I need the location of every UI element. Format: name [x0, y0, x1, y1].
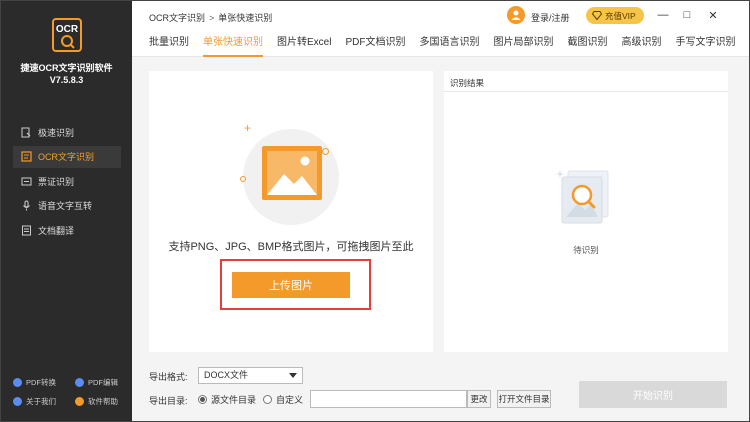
about-us-label: 关于我们	[26, 397, 56, 406]
tab-pdf-document[interactable]: PDF文档识别	[345, 31, 405, 57]
chevron-down-icon	[289, 373, 297, 378]
about-us-link[interactable]: 关于我们	[13, 396, 75, 407]
start-recognition-button[interactable]: 开始识别	[579, 381, 727, 408]
flash-scan-icon	[20, 126, 32, 138]
microphone-icon	[20, 200, 32, 212]
app-name: 捷速OCR文字识别软件	[20, 63, 113, 73]
pdf-edit-link[interactable]: PDF编辑	[75, 377, 128, 388]
radio-source-label: 源文件目录	[211, 395, 257, 405]
app-window: OCR 捷速OCR文字识别软件 V7.5.8.3 极速识别 OCR文字识别 票证…	[0, 0, 750, 422]
vip-label: 充值VIP	[605, 10, 636, 21]
close-button[interactable]: ✕	[706, 8, 720, 22]
sidebar-nav: 极速识别 OCR文字识别 票证识别 语音文字互转 文档翻译	[13, 121, 121, 244]
sidebar-item-label: 文档翻译	[38, 225, 75, 236]
sidebar-item-ticket[interactable]: 票证识别	[13, 170, 121, 192]
title-bar: OCR文字识别 > 单张快速识别 登录/注册 充值VIP — □ ✕	[132, 1, 749, 31]
radio-custom-dir[interactable]: 自定义	[263, 393, 303, 406]
mode-tabs: 批量识别 单张快速识别 图片转Excel PDF文档识别 多国语言识别 图片局部…	[132, 31, 749, 57]
minimize-button[interactable]: —	[656, 8, 670, 22]
maximize-button[interactable]: □	[680, 8, 694, 22]
pending-recognition-icon	[556, 170, 609, 224]
result-status-text: 待识别	[573, 245, 599, 255]
login-register-link[interactable]: 登录/注册	[531, 11, 570, 24]
tab-handwriting[interactable]: 手写文字识别	[675, 31, 735, 57]
pdf-convert-link[interactable]: PDF转换	[13, 377, 75, 388]
svg-text:OCR: OCR	[56, 24, 79, 35]
tab-multi-language[interactable]: 多国语言识别	[419, 31, 479, 57]
sidebar-item-label: 票证识别	[38, 176, 75, 187]
export-format-label: 导出格式:	[149, 372, 188, 382]
ocr-text-icon	[20, 151, 32, 163]
result-panel: 识别结果 待识别	[444, 71, 728, 352]
sidebar-bottom-links: PDF转换 PDF编辑 关于我们 软件帮助	[13, 377, 128, 407]
user-avatar-icon[interactable]	[507, 6, 525, 24]
pdf-convert-label: PDF转换	[26, 378, 56, 387]
radio-selected-icon	[198, 395, 207, 404]
breadcrumb-current: 单张快速识别	[218, 13, 273, 23]
breadcrumb-separator: >	[209, 13, 215, 23]
open-dir-button[interactable]: 打开文件目录	[497, 390, 551, 408]
plus-decoration-icon: +	[244, 121, 252, 135]
export-format-select[interactable]: DOCX文件	[198, 367, 303, 384]
sidebar: OCR 捷速OCR文字识别软件 V7.5.8.3 极速识别 OCR文字识别 票证…	[1, 1, 132, 421]
sidebar-item-voice-text[interactable]: 语音文字互转	[13, 195, 121, 217]
radio-custom-label: 自定义	[276, 395, 304, 405]
app-version: V7.5.8.3	[49, 75, 84, 85]
sidebar-item-label: 语音文字互转	[38, 201, 93, 211]
pdf-edit-label: PDF编辑	[88, 378, 118, 387]
help-label: 软件帮助	[88, 397, 118, 406]
circle-decoration-icon	[240, 176, 246, 182]
breadcrumb: OCR文字识别 > 单张快速识别	[149, 11, 272, 24]
export-path-input[interactable]	[310, 390, 467, 408]
upload-image-button[interactable]: 上传图片	[232, 272, 350, 298]
result-panel-title: 识别结果	[450, 78, 485, 88]
document-translate-icon	[20, 224, 32, 236]
tab-image-to-excel[interactable]: 图片转Excel	[277, 31, 331, 57]
export-dir-label: 导出目录:	[149, 396, 188, 406]
vip-recharge-button[interactable]: 充值VIP	[586, 7, 644, 24]
about-icon	[13, 397, 22, 406]
radio-source-dir[interactable]: 源文件目录	[198, 393, 256, 406]
pdf-convert-icon	[13, 378, 22, 387]
sidebar-item-label: OCR文字识别	[38, 152, 94, 162]
tab-batch[interactable]: 批量识别	[149, 31, 189, 57]
ticket-icon	[20, 175, 32, 187]
tab-partial-image[interactable]: 图片局部识别	[493, 31, 553, 57]
sidebar-item-doc-translate[interactable]: 文档翻译	[13, 219, 121, 241]
change-dir-button[interactable]: 更改	[467, 390, 491, 408]
breadcrumb-root[interactable]: OCR文字识别	[149, 13, 205, 23]
upload-drop-area[interactable]: + 支持PNG、JPG、BMP格式图片，可拖拽图片至此 上传图片	[149, 71, 433, 352]
help-link[interactable]: 软件帮助	[75, 396, 128, 407]
upload-hint-text: 支持PNG、JPG、BMP格式图片，可拖拽图片至此	[168, 241, 414, 253]
tab-screenshot[interactable]: 截图识别	[567, 31, 607, 57]
diamond-icon	[592, 11, 602, 20]
pdf-edit-icon	[75, 378, 84, 387]
image-placeholder-icon	[262, 146, 322, 200]
tab-single-quick[interactable]: 单张快速识别	[203, 31, 263, 57]
help-icon	[75, 397, 84, 406]
result-divider	[444, 91, 728, 92]
radio-unselected-icon	[263, 395, 272, 404]
export-format-value: DOCX文件	[204, 370, 249, 380]
sidebar-item-ocr-text[interactable]: OCR文字识别	[13, 145, 121, 168]
tab-advanced[interactable]: 高级识别	[621, 31, 661, 57]
app-logo-icon: OCR	[52, 18, 82, 52]
sidebar-item-flash-scan[interactable]: 极速识别	[13, 121, 121, 143]
sidebar-item-label: 极速识别	[38, 127, 75, 138]
